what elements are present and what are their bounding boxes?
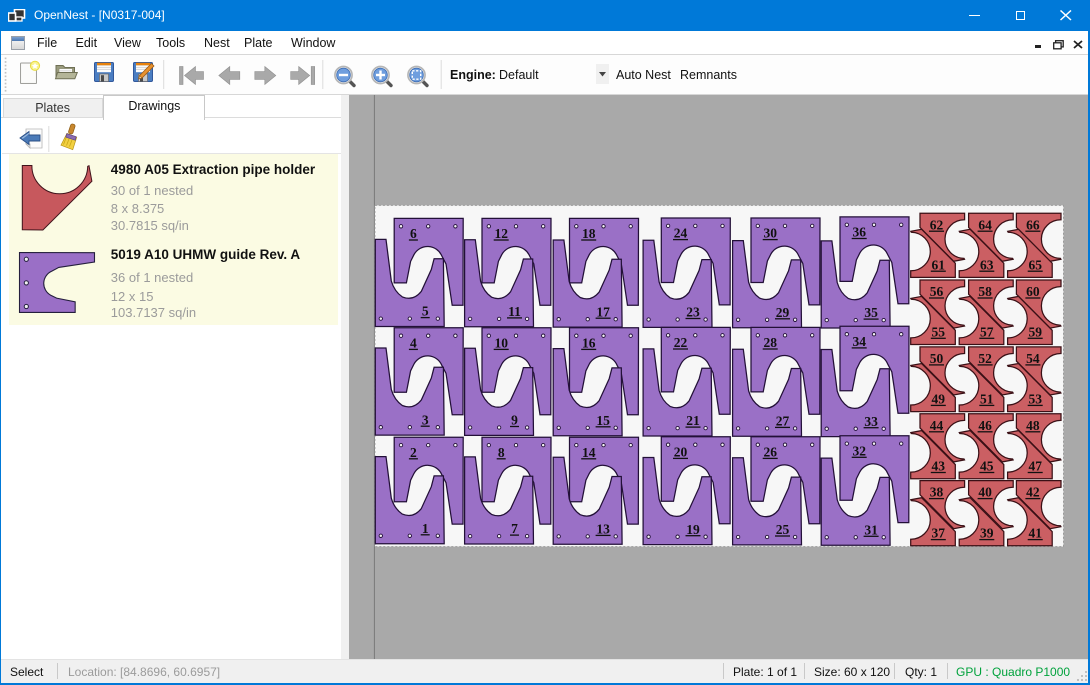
svg-text:55: 55 — [932, 324, 946, 339]
svg-text:20: 20 — [674, 445, 688, 460]
svg-text:23: 23 — [686, 305, 700, 320]
svg-text:61: 61 — [932, 257, 946, 272]
svg-text:13: 13 — [596, 522, 610, 537]
svg-text:16: 16 — [582, 336, 596, 351]
svg-text:31: 31 — [864, 522, 878, 537]
svg-text:27: 27 — [776, 414, 790, 429]
svg-text:60: 60 — [1026, 284, 1040, 299]
svg-text:48: 48 — [1026, 418, 1040, 433]
svg-text:46: 46 — [978, 418, 992, 433]
svg-text:56: 56 — [930, 284, 944, 299]
svg-text:37: 37 — [932, 526, 946, 541]
svg-text:32: 32 — [852, 443, 866, 458]
svg-text:64: 64 — [978, 217, 992, 232]
svg-text:52: 52 — [978, 351, 992, 366]
svg-text:18: 18 — [582, 226, 596, 241]
svg-text:39: 39 — [980, 526, 994, 541]
svg-text:22: 22 — [674, 335, 688, 350]
svg-text:10: 10 — [494, 336, 508, 351]
svg-text:17: 17 — [596, 304, 610, 319]
svg-text:54: 54 — [1026, 351, 1040, 366]
svg-text:3: 3 — [422, 412, 429, 427]
svg-text:45: 45 — [980, 459, 994, 474]
svg-text:66: 66 — [1026, 217, 1040, 232]
svg-text:41: 41 — [1028, 526, 1042, 541]
svg-text:59: 59 — [1028, 324, 1042, 339]
svg-text:14: 14 — [582, 445, 596, 460]
svg-text:57: 57 — [980, 324, 994, 339]
svg-text:11: 11 — [508, 304, 521, 319]
svg-text:21: 21 — [686, 413, 700, 428]
svg-text:26: 26 — [763, 445, 777, 460]
svg-text:7: 7 — [511, 521, 518, 536]
svg-text:50: 50 — [930, 351, 944, 366]
svg-text:63: 63 — [980, 257, 994, 272]
svg-text:58: 58 — [978, 284, 992, 299]
svg-text:6: 6 — [410, 226, 417, 241]
svg-text:2: 2 — [410, 445, 417, 460]
svg-text:42: 42 — [1026, 485, 1040, 500]
svg-text:1: 1 — [422, 521, 429, 536]
svg-text:25: 25 — [776, 522, 790, 537]
svg-text:65: 65 — [1028, 257, 1042, 272]
svg-text:15: 15 — [596, 413, 610, 428]
svg-text:28: 28 — [763, 335, 777, 350]
svg-text:33: 33 — [864, 414, 878, 429]
svg-text:19: 19 — [686, 522, 700, 537]
svg-text:51: 51 — [980, 392, 994, 407]
svg-text:12: 12 — [494, 226, 508, 241]
svg-text:44: 44 — [930, 418, 944, 433]
svg-text:34: 34 — [852, 334, 866, 349]
svg-text:29: 29 — [776, 305, 790, 320]
svg-text:5: 5 — [422, 304, 429, 319]
svg-text:40: 40 — [978, 485, 992, 500]
svg-text:43: 43 — [932, 459, 946, 474]
svg-text:30: 30 — [763, 226, 777, 241]
svg-text:53: 53 — [1028, 392, 1042, 407]
svg-text:8: 8 — [498, 445, 505, 460]
svg-text:4: 4 — [410, 336, 417, 351]
svg-text:62: 62 — [930, 217, 944, 232]
svg-text:9: 9 — [511, 413, 518, 428]
svg-text:35: 35 — [864, 305, 878, 320]
svg-text:47: 47 — [1028, 459, 1042, 474]
svg-text:24: 24 — [674, 226, 688, 241]
svg-text:38: 38 — [930, 485, 944, 500]
svg-text:49: 49 — [932, 392, 946, 407]
svg-text:36: 36 — [852, 225, 866, 240]
